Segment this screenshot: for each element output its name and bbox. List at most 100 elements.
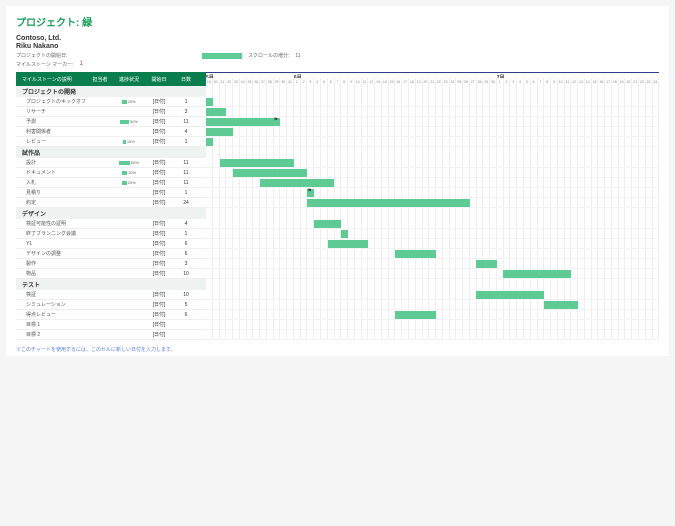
date-cell: 5 bbox=[524, 78, 531, 86]
date-cell: 14 bbox=[585, 78, 592, 86]
table-row[interactable]: 目標 1[日付] bbox=[16, 320, 206, 330]
table-row[interactable]: 物品[日付]10 bbox=[16, 269, 206, 279]
gantt-row bbox=[206, 320, 659, 330]
table-row[interactable]: 予測50%[日付]11 bbox=[16, 117, 206, 127]
gantt-bar[interactable] bbox=[206, 118, 280, 126]
table-row[interactable]: 終了ブランニング会議[日付]1 bbox=[16, 229, 206, 239]
project-title: プロジェクト: 緑 bbox=[16, 14, 659, 29]
table-row[interactable]: シミュレーション[日付]5 bbox=[16, 300, 206, 310]
gantt-bar[interactable] bbox=[206, 108, 226, 116]
table-row[interactable]: ドキュメント30%[日付]11 bbox=[16, 168, 206, 178]
task-name: 検証 bbox=[16, 291, 86, 298]
task-name: 終了ブランニング会議 bbox=[16, 230, 86, 237]
task-days: 3 bbox=[174, 109, 198, 115]
date-cell: 16 bbox=[395, 78, 402, 86]
date-cell: 27 bbox=[470, 78, 477, 86]
date-cell: 26 bbox=[463, 78, 470, 86]
task-name: ドキュメント bbox=[16, 169, 86, 176]
date-cell: 10 bbox=[558, 78, 565, 86]
project-start-label: プロジェクトの開始日: bbox=[16, 52, 67, 59]
task-start: [日付] bbox=[144, 169, 174, 176]
table-row[interactable]: 製作[日付]3 bbox=[16, 259, 206, 269]
task-start: [日付] bbox=[144, 291, 174, 298]
gantt-row bbox=[206, 137, 659, 147]
gantt-row bbox=[206, 168, 659, 178]
date-cell: 24 bbox=[240, 78, 247, 86]
date-cell: 21 bbox=[220, 78, 227, 86]
date-cell: 11 bbox=[565, 78, 572, 86]
table-row[interactable]: レビュー15%[日付]1 bbox=[16, 137, 206, 147]
gantt-bar[interactable] bbox=[206, 128, 233, 136]
task-days: 11 bbox=[174, 119, 198, 125]
task-days: 6 bbox=[174, 241, 198, 247]
gantt-bar[interactable] bbox=[544, 301, 578, 309]
date-cell: 27 bbox=[260, 78, 267, 86]
task-name: 検証可能性の証明 bbox=[16, 220, 86, 227]
date-cell: 20 bbox=[213, 78, 220, 86]
gantt-row: ⚑ bbox=[206, 117, 659, 127]
date-cell: 1 bbox=[294, 78, 301, 86]
gantt-bar[interactable] bbox=[260, 179, 334, 187]
scroll-increment-bar[interactable] bbox=[202, 53, 242, 59]
milestone-marker-value: 1 bbox=[80, 61, 83, 68]
table-row[interactable]: 検証[日付]10 bbox=[16, 290, 206, 300]
date-cell: 1 bbox=[497, 78, 504, 86]
date-cell: 25 bbox=[456, 78, 463, 86]
date-cell: 22 bbox=[226, 78, 233, 86]
task-start: [日付] bbox=[144, 98, 174, 105]
gantt-bar[interactable] bbox=[314, 220, 341, 228]
gantt-row bbox=[206, 300, 659, 310]
table-row[interactable]: リサーチ[日付]3 bbox=[16, 107, 206, 117]
task-days: 1 bbox=[174, 139, 198, 145]
task-days: 11 bbox=[174, 160, 198, 166]
date-cell: 13 bbox=[375, 78, 382, 86]
gantt-bar[interactable] bbox=[307, 199, 469, 207]
task-name: レビュー bbox=[16, 138, 86, 145]
date-cell: 6 bbox=[328, 78, 335, 86]
date-cell: 16 bbox=[598, 78, 605, 86]
table-row[interactable]: 見積り[日付]1 bbox=[16, 188, 206, 198]
gantt-row bbox=[206, 127, 659, 137]
gantt-bar[interactable] bbox=[341, 230, 348, 238]
task-days: 1 bbox=[174, 190, 198, 196]
table-row[interactable]: 検証可能性の証明[日付]4 bbox=[16, 219, 206, 229]
task-start: [日付] bbox=[144, 230, 174, 237]
gantt-row bbox=[206, 107, 659, 117]
table-row[interactable]: 目標 2[日付] bbox=[16, 330, 206, 340]
timeline-header: 5月6月7月 192021222324252627282930311234567… bbox=[206, 72, 659, 86]
gantt-row: ⚑ bbox=[206, 188, 659, 198]
table-row[interactable]: デザインの調整[日付]6 bbox=[16, 249, 206, 259]
table-row[interactable]: Y1[日付]6 bbox=[16, 239, 206, 249]
gantt-bar[interactable] bbox=[220, 159, 294, 167]
table-row[interactable]: 設計60%[日付]11 bbox=[16, 158, 206, 168]
gantt-bar[interactable] bbox=[206, 98, 213, 106]
gantt-bar[interactable] bbox=[233, 169, 307, 177]
task-progress: 25% bbox=[114, 180, 144, 185]
gantt-bar[interactable] bbox=[395, 250, 436, 258]
date-cell: 20 bbox=[625, 78, 632, 86]
table-row[interactable]: プロジェクトのキックオフ25%[日付]1 bbox=[16, 97, 206, 107]
task-name: 製作 bbox=[16, 260, 86, 267]
task-start: [日付] bbox=[144, 189, 174, 196]
table-row[interactable]: 利害関係者[日付]4 bbox=[16, 127, 206, 137]
task-days: 4 bbox=[174, 129, 198, 135]
task-start: [日付] bbox=[144, 270, 174, 277]
gantt-row bbox=[206, 229, 659, 239]
task-progress: 25% bbox=[114, 99, 144, 104]
gantt-bar[interactable] bbox=[395, 311, 436, 319]
gantt-bar[interactable] bbox=[206, 138, 213, 146]
gantt-bar[interactable] bbox=[503, 270, 571, 278]
table-row[interactable]: 得点レビュー[日付]6 bbox=[16, 310, 206, 320]
section-header: 試作品 bbox=[16, 147, 206, 158]
gantt-bar[interactable] bbox=[328, 240, 369, 248]
table-row[interactable]: 入札25%[日付]11 bbox=[16, 178, 206, 188]
gantt-bar[interactable] bbox=[476, 291, 544, 299]
date-cell: 5 bbox=[321, 78, 328, 86]
date-cell: 20 bbox=[423, 78, 430, 86]
task-start: [日付] bbox=[144, 301, 174, 308]
task-days: 11 bbox=[174, 180, 198, 186]
table-row[interactable]: 約定[日付]24 bbox=[16, 198, 206, 208]
task-name: 入札 bbox=[16, 179, 86, 186]
date-cell: 11 bbox=[362, 78, 369, 86]
gantt-bar[interactable] bbox=[476, 260, 496, 268]
